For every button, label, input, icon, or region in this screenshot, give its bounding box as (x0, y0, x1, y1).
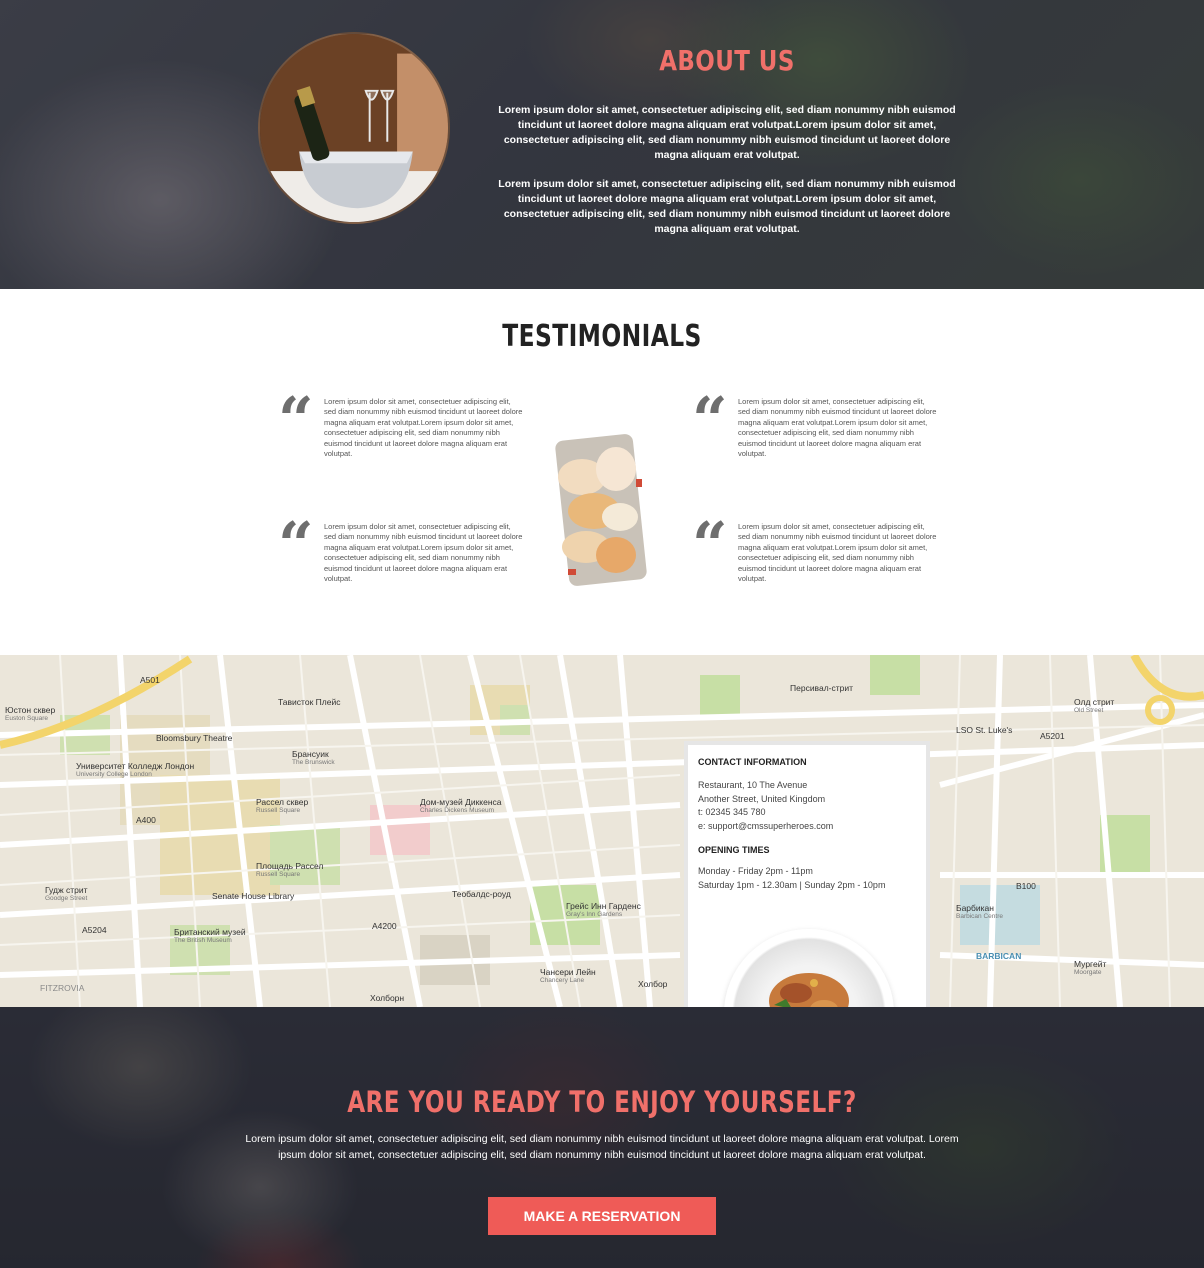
map-label: Холбор (638, 979, 668, 989)
map-label: Университет Колледж Лондон University Col… (76, 761, 195, 778)
map-label: Британский музей The British Museum (174, 927, 246, 944)
about-title: ABOUT US (659, 44, 795, 77)
opening-hours: Monday - Friday 2pm - 11pm (698, 866, 813, 876)
map-label: Гудж стрит Goodge Street (45, 885, 88, 902)
map-label: Барбикан Barbican Centre (956, 903, 1003, 920)
opening-hours: Saturday 1pm - 12.30am | Sunday 2pm - 10… (698, 879, 886, 890)
map-label: Площадь Рассел Russell Square (256, 861, 324, 878)
quote-icon: “ (692, 508, 728, 581)
map-label: Senate House Library (212, 891, 295, 901)
contact-phone: t: 02345 345 780 (698, 807, 766, 817)
testimonial-text: Lorem ipsum dolor sit amet, consectetuer… (324, 522, 523, 584)
location-map[interactable]: Юстон сквер Euston Square Bloomsbury Thea… (0, 655, 1204, 1007)
map-label: Теобалдс-роуд (452, 889, 511, 899)
map-label: Дом-музей Диккенса Charles Dickens Museum (420, 797, 502, 814)
quote-icon: “ (692, 383, 728, 456)
reservation-cta-section: ARE YOU READY TO ENJOY YOURSELF? Lorem i… (0, 1007, 1204, 1268)
contact-email[interactable]: e: support@cmssuperheroes.com (698, 820, 916, 834)
testimonial-text: Lorem ipsum dolor sit amet, consectetuer… (738, 397, 937, 459)
contact-card: CONTACT INFORMATION Restaurant, 10 The A… (684, 741, 930, 1007)
make-reservation-button[interactable]: MAKE A RESERVATION (488, 1197, 716, 1235)
contact-heading: CONTACT INFORMATION (698, 757, 807, 767)
map-label: A5201 (1040, 731, 1065, 741)
map-label: B100 (1016, 881, 1036, 891)
map-label: Брансуик The Brunswick (292, 749, 335, 766)
map-label: Холборн (370, 993, 405, 1003)
map-label: A400 (136, 815, 156, 825)
map-label: Олд стрит Old Street (1074, 697, 1115, 714)
about-section: ABOUT US Lorem ipsum dolor sit amet, con… (0, 0, 1204, 289)
map-label: Юстон сквер Euston Square (5, 705, 56, 722)
map-label: Мургейт Moorgate (1074, 959, 1107, 976)
map-label: Чансери Лейн Chancery Lane (540, 967, 596, 984)
cta-title: ARE YOU READY TO ENJOY YOURSELF? (347, 1085, 857, 1119)
map-label: A4200 (372, 921, 397, 931)
map-label: Bloomsbury Theatre (156, 733, 233, 743)
bread-board-photo (520, 399, 680, 609)
map-label: Персивал-стрит (790, 683, 854, 693)
contact-address: Another Street, United Kingdom (698, 793, 826, 804)
about-paragraph: Lorem ipsum dolor sit amet, consectetuer… (498, 178, 956, 235)
about-paragraph: Lorem ipsum dolor sit amet, consectetuer… (498, 104, 956, 161)
map-label: A5204 (82, 925, 107, 935)
cta-text: Lorem ipsum dolor sit amet, consectetuer… (245, 1133, 959, 1161)
map-label: Грейс Инн Гарденс Gray's Inn Gardens (566, 901, 641, 918)
map-label: LSO St. Luke's (956, 725, 1013, 735)
map-label: A501 (140, 675, 160, 685)
testimonials-title: TESTIMONIALS (502, 319, 702, 354)
testimonial-text: Lorem ipsum dolor sit amet, consectetuer… (324, 397, 523, 459)
quote-icon: “ (278, 383, 314, 456)
quote-icon: “ (278, 508, 314, 581)
map-label: Тависток Плейс (278, 697, 341, 707)
pasta-plate-photo (724, 929, 894, 1007)
testimonials-section: TESTIMONIALS “ Lorem ipsum dolor sit ame… (0, 289, 1204, 655)
testimonial-text: Lorem ipsum dolor sit amet, consectetuer… (738, 522, 937, 584)
map-label: BARBICAN (976, 951, 1022, 961)
champagne-photo (258, 32, 450, 224)
map-label: FITZROVIA (40, 983, 85, 993)
contact-address: Restaurant, 10 The Avenue (698, 780, 808, 790)
opening-times-heading: OPENING TIMES (698, 845, 770, 855)
map-label: Рассел сквер Russell Square (256, 797, 309, 814)
